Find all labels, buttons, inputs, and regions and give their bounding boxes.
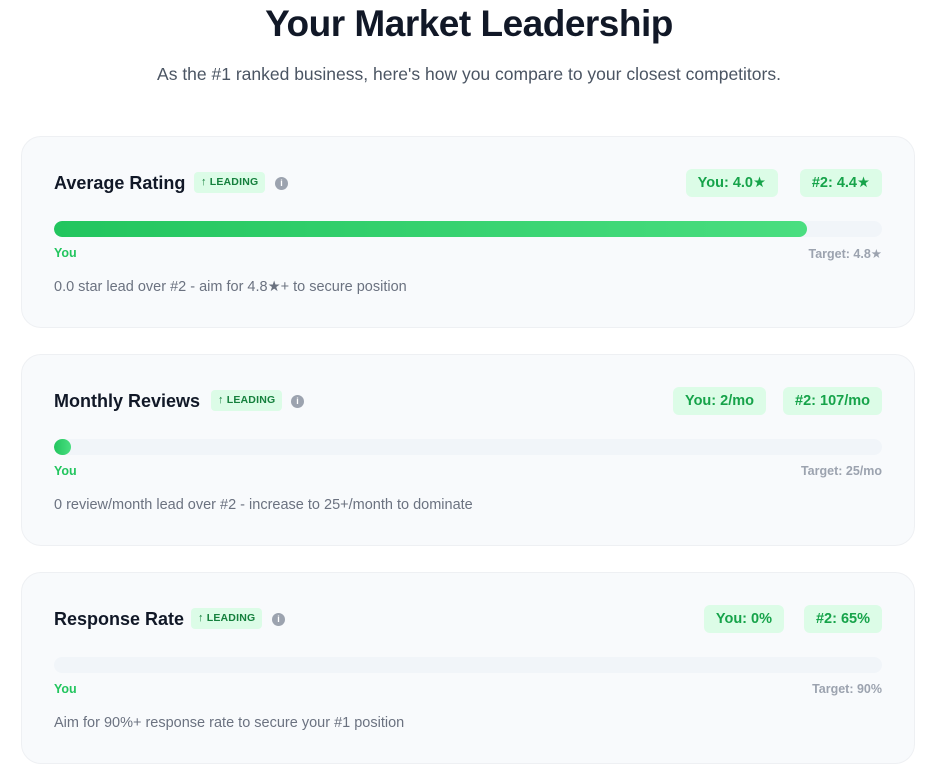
- target-label: Target: 90%: [812, 682, 882, 696]
- metric-note: 0 review/month lead over #2 - increase t…: [54, 497, 473, 513]
- you-value-pill: You: 0%: [703, 605, 784, 633]
- you-label: You: [54, 246, 77, 260]
- you-value-pill: You: 4.0★: [685, 169, 778, 197]
- info-icon[interactable]: i: [272, 613, 285, 626]
- target-label: Target: 25/mo: [800, 464, 882, 478]
- you-label: You: [54, 464, 77, 478]
- metric-header: Monthly Reviews ↑ LEADING i You: 2/mo #2:…: [54, 387, 882, 415]
- arrow-up-icon: ↑: [201, 176, 207, 188]
- arrow-up-icon: ↑: [198, 612, 204, 624]
- progress-track: [54, 221, 882, 237]
- metric-title: Average Rating: [54, 173, 186, 193]
- progress-track: [54, 657, 882, 673]
- you-label: You: [54, 682, 77, 696]
- target-label: Target: 4.8★: [808, 247, 883, 261]
- progress-fill: [54, 439, 71, 455]
- progress-fill: [54, 221, 807, 237]
- leading-badge: ↑ LEADING: [194, 172, 266, 193]
- page-title: Your Market Leadership: [265, 3, 673, 44]
- info-icon[interactable]: i: [291, 395, 304, 408]
- second-value-pill: #2: 4.4★: [799, 169, 882, 197]
- page-subtitle: As the #1 ranked business, here's how yo…: [157, 64, 781, 84]
- leading-badge: ↑ LEADING: [211, 390, 283, 411]
- info-icon[interactable]: i: [275, 177, 288, 190]
- second-value-pill: #2: 65%: [803, 605, 882, 633]
- metric-title: Monthly Reviews: [54, 391, 201, 411]
- arrow-up-icon: ↑: [218, 394, 224, 406]
- badge-label: LEADING: [206, 612, 256, 624]
- metric-card-response-rate: Response Rate ↑ LEADING i You: 0% #2: 65%…: [21, 572, 915, 764]
- metric-header: Average Rating ↑ LEADING i You: 4.0★ #2: …: [54, 169, 882, 197]
- metric-title: Response Rate: [54, 609, 185, 629]
- metric-card-average-rating: Average Rating ↑ LEADING i You: 4.0★ #2: …: [21, 136, 915, 328]
- metric-card-monthly-reviews: Monthly Reviews ↑ LEADING i You: 2/mo #2:…: [21, 354, 915, 546]
- leading-badge: ↑ LEADING: [191, 608, 263, 629]
- metric-note: Aim for 90%+ response rate to secure you…: [54, 715, 405, 731]
- progress-track: [54, 439, 882, 455]
- metric-header: Response Rate ↑ LEADING i You: 0% #2: 65%: [54, 605, 882, 633]
- second-value-pill: #2: 107/mo: [783, 387, 882, 415]
- you-value-pill: You: 2/mo: [672, 387, 766, 415]
- badge-label: LEADING: [209, 176, 259, 188]
- badge-label: LEADING: [226, 394, 276, 406]
- metric-note: 0.0 star lead over #2 - aim for 4.8★+ to…: [54, 279, 407, 295]
